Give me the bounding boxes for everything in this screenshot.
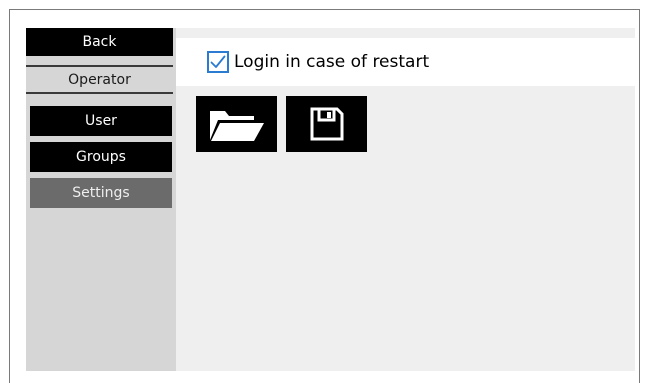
login-restart-option: Login in case of restart [176,38,635,86]
sidebar-item-settings[interactable]: Settings [30,178,172,208]
login-restart-label: Login in case of restart [234,52,430,72]
floppy-disk-icon [310,107,344,141]
settings-panel: Login in case of restart [176,28,635,371]
sidebar-item-user[interactable]: User [30,106,172,136]
login-restart-checkbox[interactable] [207,51,229,73]
open-folder-button[interactable] [196,96,277,152]
folder-open-icon [210,111,264,141]
checkmark-icon [210,55,226,68]
back-button[interactable]: Back [26,28,173,56]
sidebar: Back Operator User Groups Settings [26,28,176,371]
section-title-operator: Operator [26,65,173,94]
sidebar-item-groups[interactable]: Groups [30,142,172,172]
save-button[interactable] [286,96,367,152]
